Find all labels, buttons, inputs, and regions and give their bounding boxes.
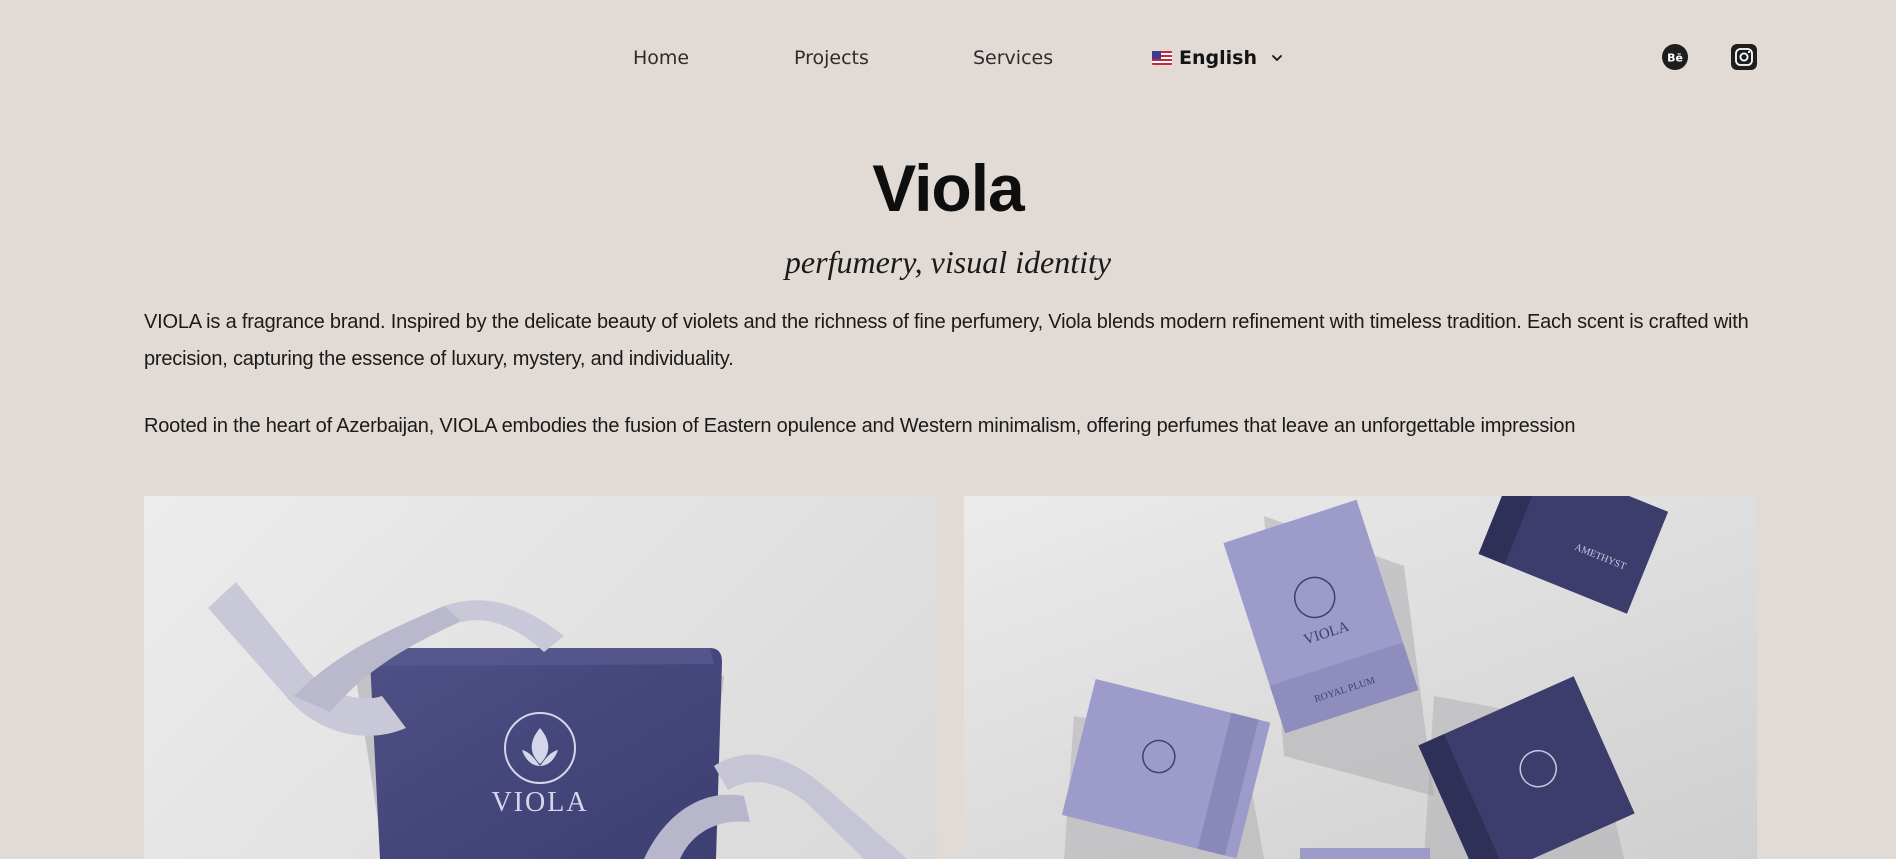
page: Home Projects Services English Bē Viola …	[0, 0, 1896, 859]
box-ribbon-illustration: VIOLA	[208, 582, 907, 859]
box-brand-text: VIOLA	[491, 787, 588, 818]
instagram-icon	[1731, 44, 1757, 70]
behance-glyph: Bē	[1667, 52, 1683, 65]
nav-projects-link[interactable]: Projects	[794, 42, 869, 74]
instagram-link[interactable]	[1731, 44, 1757, 70]
us-flag-icon	[1152, 51, 1172, 65]
language-selector[interactable]: English	[1152, 42, 1284, 74]
page-subtitle: perfumery, visual identity	[784, 244, 1112, 280]
behance-icon: Bē	[1662, 44, 1688, 70]
behance-link[interactable]: Bē	[1662, 44, 1688, 70]
main-nav: Home Projects Services English	[0, 42, 1896, 74]
nav-home-link[interactable]: Home	[633, 42, 689, 74]
gallery-image-boxes[interactable]: VIOLA ROYAL PLUM AMETHYST	[964, 496, 1757, 859]
language-label: English	[1179, 47, 1257, 69]
page-title: Viola	[872, 151, 1025, 225]
description-paragraph-2: Rooted in the heart of Azerbaijan, VIOLA…	[144, 415, 1576, 437]
gallery-image-box-ribbon[interactable]: VIOLA	[144, 496, 937, 859]
boxes-illustration: VIOLA ROYAL PLUM AMETHYST	[1061, 496, 1669, 859]
chevron-down-icon	[1272, 55, 1282, 61]
description-paragraph-1: VIOLA is a fragrance brand. Inspired by …	[144, 311, 1749, 370]
nav-services-link[interactable]: Services	[973, 42, 1053, 74]
